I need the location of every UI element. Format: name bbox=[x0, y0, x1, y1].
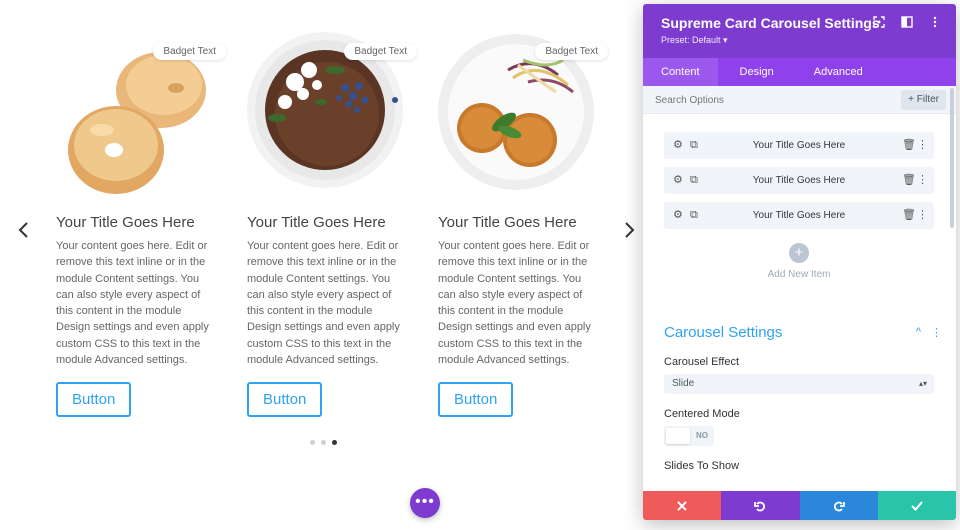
settings-panel: Supreme Card Carousel Settings Preset: D… bbox=[643, 4, 956, 520]
list-item[interactable]: ⚙ ⧉ Your Title Goes Here 🗑 ⋮ bbox=[664, 132, 934, 159]
fullscreen-icon[interactable] bbox=[872, 16, 886, 30]
card-badge: Badget Text bbox=[535, 43, 608, 60]
toggle-value: NO bbox=[696, 431, 708, 440]
redo-button[interactable] bbox=[799, 491, 878, 520]
panel-header: Supreme Card Carousel Settings Preset: D… bbox=[643, 4, 956, 58]
check-icon bbox=[911, 501, 923, 512]
add-new-item-button[interactable]: Add New Item bbox=[664, 269, 934, 280]
slides-to-show-label: Slides To Show bbox=[664, 460, 740, 472]
carousel-next-button[interactable] bbox=[619, 220, 639, 244]
chevron-left-icon bbox=[18, 222, 28, 238]
panel-tabs: Content Design Advanced bbox=[643, 58, 956, 86]
more-vertical-icon[interactable]: ⋮ bbox=[917, 167, 928, 194]
centered-mode-toggle[interactable]: NO bbox=[664, 426, 714, 446]
card-title: Your Title Goes Here bbox=[438, 214, 577, 231]
card-image: Badget Text bbox=[56, 30, 226, 200]
carousel-dot-active[interactable] bbox=[332, 440, 337, 445]
card-button[interactable]: Button bbox=[56, 382, 132, 418]
card-badge: Badget Text bbox=[344, 43, 417, 60]
carousel-prev-button[interactable] bbox=[14, 220, 34, 244]
search-options-input[interactable] bbox=[655, 90, 895, 110]
cancel-button[interactable] bbox=[643, 491, 722, 520]
carousel-effect-label: Carousel Effect bbox=[664, 356, 740, 368]
item-label: Your Title Goes Here bbox=[752, 210, 846, 221]
more-vertical-icon[interactable]: ⋮ bbox=[917, 202, 928, 229]
carousel-dot[interactable] bbox=[321, 440, 326, 445]
section-title[interactable]: Carousel Settings bbox=[664, 324, 934, 342]
toggle-knob bbox=[666, 428, 690, 444]
split-view-icon[interactable] bbox=[900, 16, 914, 30]
carousel-effect-value: Slide bbox=[672, 378, 695, 389]
card-image: Badget Text bbox=[438, 30, 608, 200]
item-label: Your Title Goes Here bbox=[752, 140, 846, 151]
card-badge: Badget Text bbox=[153, 43, 226, 60]
tab-advanced[interactable]: Advanced bbox=[796, 58, 881, 86]
carousel-card: Badget Text Your Title Goes Here Your co… bbox=[438, 30, 608, 418]
filter-button[interactable]: + Filter bbox=[901, 90, 946, 110]
card-text: Your content goes here. Edit or remove t… bbox=[438, 240, 591, 367]
add-item-icon[interactable]: + bbox=[789, 243, 809, 263]
undo-icon bbox=[754, 501, 766, 512]
centered-mode-label: Centered Mode bbox=[664, 408, 740, 420]
item-label: Your Title Goes Here bbox=[752, 175, 846, 186]
card-text: Your content goes here. Edit or remove t… bbox=[56, 240, 209, 367]
tab-design[interactable]: Design bbox=[722, 58, 792, 86]
list-item[interactable]: ⚙ ⧉ Your Title Goes Here 🗑 ⋮ bbox=[664, 167, 934, 194]
redo-icon bbox=[833, 501, 845, 512]
tab-content[interactable]: Content bbox=[643, 58, 718, 86]
list-item[interactable]: ⚙ ⧉ Your Title Goes Here 🗑 ⋮ bbox=[664, 202, 934, 229]
builder-menu-button[interactable]: ••• bbox=[410, 488, 440, 518]
undo-button[interactable] bbox=[721, 491, 800, 520]
card-title: Your Title Goes Here bbox=[56, 214, 195, 231]
panel-footer bbox=[643, 491, 956, 520]
card-title: Your Title Goes Here bbox=[247, 214, 386, 231]
card-button[interactable]: Button bbox=[247, 382, 323, 418]
trash-icon[interactable]: 🗑 bbox=[902, 132, 916, 159]
more-vertical-icon[interactable]: ⋮ bbox=[917, 132, 928, 159]
card-button[interactable]: Button bbox=[438, 382, 514, 418]
trash-icon[interactable]: 🗑 bbox=[902, 167, 916, 194]
trash-icon[interactable]: 🗑 bbox=[902, 202, 916, 229]
search-row: + Filter bbox=[643, 86, 956, 114]
carousel-settings-section: Carousel Settings ^ ⋮ Carousel Effect Sl… bbox=[643, 324, 956, 472]
select-arrows-icon: ▴▾ bbox=[918, 379, 927, 388]
close-icon bbox=[677, 501, 687, 512]
chevron-right-icon bbox=[625, 222, 635, 238]
carousel-card: Badget Text Your Title Goes Here Your co… bbox=[56, 30, 226, 418]
carousel-card: Badget Text Your Title Goes Here Your co… bbox=[247, 30, 417, 418]
panel-scrollbar[interactable] bbox=[950, 88, 954, 228]
carousel-effect-select[interactable]: Slide ▴▾ bbox=[664, 374, 934, 394]
chevron-up-icon[interactable]: ^ bbox=[916, 326, 921, 339]
card-text: Your content goes here. Edit or remove t… bbox=[247, 240, 400, 367]
more-vertical-icon[interactable] bbox=[928, 16, 942, 30]
save-button[interactable] bbox=[877, 491, 956, 520]
add-item-area: + Add New Item bbox=[664, 237, 934, 280]
card-image: Badget Text bbox=[247, 30, 417, 200]
preset-selector[interactable]: Preset: Default ▾ bbox=[661, 35, 938, 46]
carousel-dots bbox=[310, 440, 337, 445]
more-vertical-icon[interactable]: ⋮ bbox=[931, 326, 942, 339]
carousel-dot[interactable] bbox=[310, 440, 315, 445]
item-list: ⚙ ⧉ Your Title Goes Here 🗑 ⋮ ⚙ ⧉ Your Ti… bbox=[643, 114, 956, 280]
